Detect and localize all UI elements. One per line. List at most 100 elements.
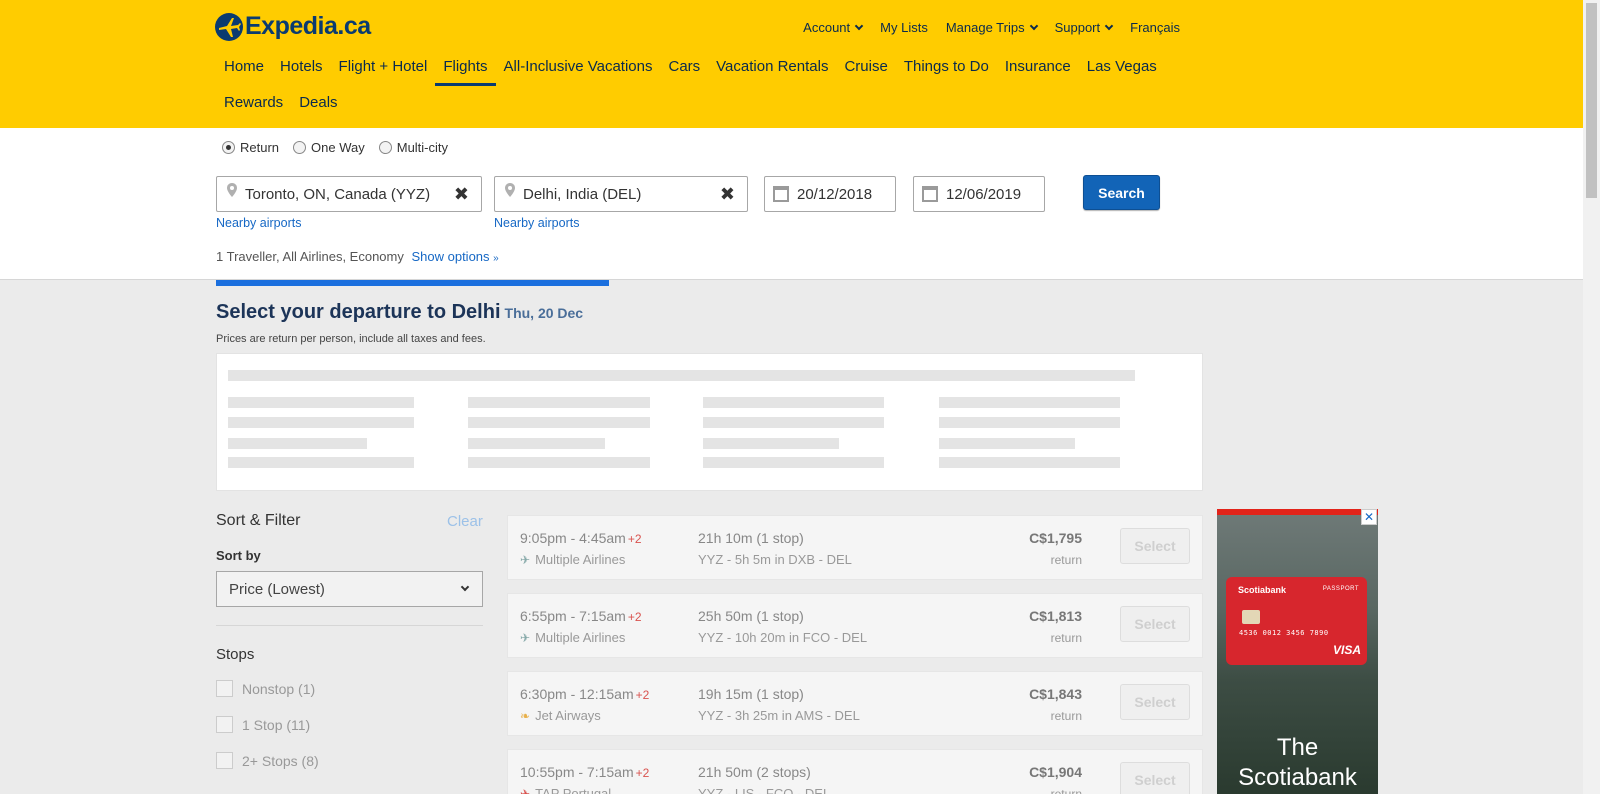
logo-text: Expedia.ca [245, 12, 371, 40]
account-menu[interactable]: Account [803, 20, 864, 35]
return-date-field[interactable]: 12/06/2019 [913, 176, 1045, 212]
placeholder-bar [228, 370, 1135, 381]
stops-one-stop-checkbox[interactable]: 1 Stop (11) [216, 716, 310, 733]
stops-nonstop-checkbox[interactable]: Nonstop (1) [216, 680, 315, 697]
trip-type-multi-city[interactable]: Multi-city [378, 140, 449, 155]
close-ad-icon[interactable]: ✕ [1361, 509, 1377, 525]
nav-vacation-rentals[interactable]: Vacation Rentals [708, 50, 836, 86]
calendar-icon [773, 186, 789, 202]
nav-cars[interactable]: Cars [660, 50, 708, 86]
placeholder-bar [939, 457, 1120, 468]
travel-summary: 1 Traveller, All Airlines, Economy Show … [216, 249, 499, 264]
flight-result[interactable]: 6:55pm - 7:15am +2 ✈ Multiple Airlines 25h… [507, 593, 1203, 658]
flight-duration: 21h 50m (2 stops) [698, 764, 811, 780]
radio-label: Multi-city [396, 140, 449, 155]
select-flight-button[interactable]: Select [1120, 528, 1190, 564]
nav-rewards[interactable]: Rewards [216, 86, 291, 122]
stops-two-plus-checkbox[interactable]: 2+ Stops (8) [216, 752, 319, 769]
multiple-airlines-icon: ✈ [520, 630, 531, 645]
airline: ✈ Multiple Airlines [520, 630, 625, 645]
page-title: Select your departure to Delhi Thu, 20 De… [216, 301, 583, 324]
manage-trips-menu[interactable]: Manage Trips [946, 20, 1038, 35]
nav-insurance[interactable]: Insurance [997, 50, 1079, 86]
placeholder-bar [228, 397, 414, 408]
flight-route: YYZ - LIS - FCO - DEL [698, 786, 831, 794]
nav-hotels[interactable]: Hotels [272, 50, 331, 86]
clear-destination-icon[interactable]: ✖ [720, 184, 735, 205]
flight-result[interactable]: 6:30pm - 12:15am +2 ❧ Jet Airways 19h 15m … [507, 671, 1203, 736]
destination-field[interactable]: Delhi, India (DEL) ✖ [494, 176, 748, 212]
page-scrollbar[interactable] [1583, 0, 1600, 794]
select-flight-button[interactable]: Select [1120, 606, 1190, 642]
radio-icon [378, 141, 392, 154]
checkbox-label: Nonstop (1) [242, 680, 316, 697]
day-offset: +2 [635, 766, 650, 780]
language-link[interactable]: Français [1130, 20, 1180, 35]
double-chevron-down-icon: » [493, 253, 499, 264]
plane-globe-icon [215, 12, 243, 41]
origin-field[interactable]: Toronto, ON, Canada (YYZ) ✖ [216, 176, 482, 212]
depart-date-field[interactable]: 20/12/2018 [764, 176, 896, 212]
placeholder-bar [228, 457, 414, 468]
chevron-down-icon [854, 21, 864, 31]
trip-type-one-way[interactable]: One Way [293, 140, 365, 155]
placeholder-bar [939, 417, 1120, 428]
flight-time-range: 10:55pm - 7:15am [520, 764, 634, 780]
flight-time-range: 6:55pm - 7:15am [520, 608, 626, 624]
nav-things-to-do[interactable]: Things to Do [896, 50, 997, 86]
show-options-link[interactable]: Show options » [411, 249, 498, 264]
account-label: Account [803, 20, 851, 35]
airline: ✈ TAP Portugal [520, 786, 611, 794]
expedia-logo[interactable]: Expedia.ca [215, 12, 371, 41]
nav-flights[interactable]: Flights [435, 50, 496, 86]
nav-deals[interactable]: Deals [291, 86, 345, 122]
my-lists-link[interactable]: My Lists [880, 20, 928, 35]
origin-nearby-airports-link[interactable]: Nearby airports [216, 216, 301, 230]
airline-name: Jet Airways [535, 708, 601, 723]
flight-duration: 19h 15m (1 stop) [698, 686, 804, 702]
divider [216, 625, 483, 626]
checkbox-icon [216, 716, 233, 733]
nav-all-inclusive[interactable]: All-Inclusive Vacations [496, 50, 661, 86]
trip-type-return[interactable]: Return [222, 140, 279, 155]
travel-summary-text: 1 Traveller, All Airlines, Economy [216, 249, 404, 264]
scrollbar-thumb[interactable] [1586, 3, 1597, 198]
loading-placeholder [216, 353, 1203, 491]
flight-result[interactable]: 9:05pm - 4:45am +2 ✈ Multiple Airlines 21h… [507, 515, 1203, 580]
placeholder-bar [703, 438, 839, 449]
search-button[interactable]: Search [1083, 175, 1160, 210]
flight-time-range: 9:05pm - 4:45am [520, 530, 626, 546]
nav-flight-hotel[interactable]: Flight + Hotel [331, 50, 436, 86]
flight-times: 10:55pm - 7:15am +2 [520, 764, 649, 780]
card-program: PASSPORT [1322, 586, 1359, 592]
sort-by-select[interactable]: Price (Lowest) [216, 571, 483, 607]
flight-price: C$1,795 [1029, 530, 1082, 546]
select-flight-button[interactable]: Select [1120, 762, 1190, 794]
placeholder-bar [228, 417, 414, 428]
price-note: return [1050, 709, 1082, 723]
airline-name: TAP Portugal [535, 786, 612, 794]
flight-result[interactable]: 10:55pm - 7:15am +2 ✈ TAP Portugal 21h 50m… [507, 749, 1203, 794]
clear-origin-icon[interactable]: ✖ [454, 184, 469, 205]
account-links: Account My Lists Manage Trips Support Fr… [803, 20, 1180, 35]
card-brand: Scotiabank [1238, 585, 1287, 595]
chevron-down-icon [1029, 21, 1038, 31]
nav-cruise[interactable]: Cruise [836, 50, 895, 86]
departure-date: Thu, 20 Dec [504, 305, 584, 321]
support-menu[interactable]: Support [1054, 20, 1114, 35]
support-label: Support [1054, 20, 1101, 35]
origin-value: Toronto, ON, Canada (YYZ) [245, 185, 431, 203]
flight-search-panel: Return One Way Multi-city Toronto, ON, C… [0, 128, 1583, 280]
destination-nearby-airports-link[interactable]: Nearby airports [494, 216, 579, 230]
select-flight-button[interactable]: Select [1120, 684, 1190, 720]
clear-filters-link[interactable]: Clear [447, 513, 483, 530]
scotiabank-ad[interactable]: Scotiabank PASSPORT 4536 0012 3456 7890 … [1217, 509, 1378, 794]
nav-las-vegas[interactable]: Las Vegas [1079, 50, 1165, 86]
card-network: VISA [1332, 643, 1361, 657]
calendar-icon [922, 186, 938, 202]
flight-times: 9:05pm - 4:45am +2 [520, 530, 642, 546]
stops-filter-title: Stops [216, 646, 255, 663]
placeholder-bar [468, 457, 650, 468]
nav-home[interactable]: Home [216, 50, 272, 86]
flight-route: YYZ - 10h 20m in FCO - DEL [698, 630, 868, 645]
